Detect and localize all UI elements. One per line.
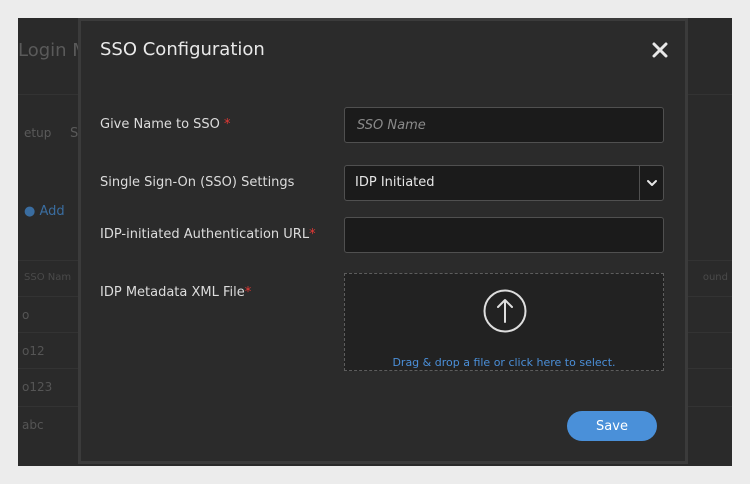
background-table-cell: abc xyxy=(22,418,44,432)
close-icon[interactable] xyxy=(649,41,671,63)
idp-url-input[interactable] xyxy=(345,218,663,252)
sso-name-label: Give Name to SSO * xyxy=(100,117,231,132)
background-add-button: ● Add xyxy=(24,204,65,219)
idp-metadata-label: IDP Metadata XML File* xyxy=(100,285,251,300)
chevron-down-glyph xyxy=(647,180,657,186)
metadata-file-dropzone[interactable]: Drag & drop a file or click here to sele… xyxy=(344,273,664,371)
save-button[interactable]: Save xyxy=(567,411,657,441)
idp-metadata-label-text: IDP Metadata XML File xyxy=(100,285,245,300)
plus-circle-icon: ● xyxy=(24,204,36,219)
sso-configuration-modal: SSO Configuration Give Name to SSO * Sin… xyxy=(78,18,688,464)
background-table-cell: o12 xyxy=(22,344,45,358)
select-divider xyxy=(639,166,640,200)
sso-settings-select[interactable]: IDP Initiated xyxy=(344,165,664,201)
dropzone-text[interactable]: Drag & drop a file or click here to sele… xyxy=(345,356,663,369)
required-marker: * xyxy=(309,227,316,242)
sso-settings-selected-value: IDP Initiated xyxy=(355,175,435,190)
idp-url-label: IDP-initiated Authentication URL* xyxy=(100,227,316,242)
sso-settings-label: Single Sign-On (SSO) Settings xyxy=(100,175,295,190)
close-icon-glyph xyxy=(652,42,668,58)
background-column-header: SSO Nam xyxy=(24,272,72,283)
sso-name-label-text: Give Name to SSO xyxy=(100,117,225,132)
required-marker: * xyxy=(224,117,231,132)
idp-url-label-text: IDP-initiated Authentication URL xyxy=(100,227,310,242)
modal-title: SSO Configuration xyxy=(100,39,265,60)
background-add-label: Add xyxy=(39,204,65,219)
upload-arrow-icon xyxy=(483,289,527,333)
chevron-down-icon[interactable] xyxy=(641,166,663,200)
required-marker: * xyxy=(244,285,252,300)
sso-name-input[interactable] xyxy=(345,108,663,142)
sso-name-field xyxy=(344,107,664,143)
background-tab-setup: etup xyxy=(24,126,52,140)
background-table-cell: o xyxy=(22,308,30,322)
background-table-cell: o123 xyxy=(22,380,53,394)
background-column-header-right: ound xyxy=(702,272,728,283)
idp-url-field xyxy=(344,217,664,253)
